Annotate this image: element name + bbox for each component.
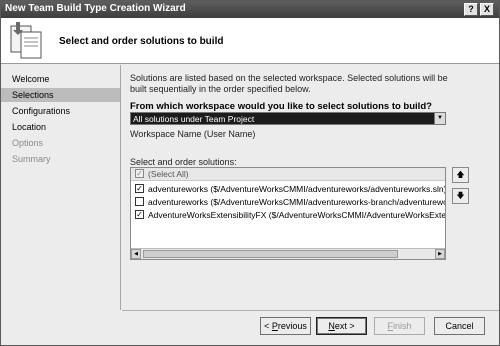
cancel-button[interactable]: Cancel: [434, 317, 485, 335]
close-button[interactable]: X: [480, 3, 494, 16]
list-item[interactable]: ✓ AdventureWorksExtensibilityFX ($/Adven…: [131, 209, 446, 222]
workspace-name-label: Workspace Name (User Name): [130, 129, 256, 139]
step-location[interactable]: Location: [1, 120, 120, 134]
workspace-question: From which workspace would you like to s…: [130, 101, 432, 112]
scroll-left-icon[interactable]: ◀: [131, 249, 141, 259]
content-pane: Solutions are listed based on the select…: [122, 65, 499, 310]
solutions-label: Select and order solutions:: [130, 157, 237, 167]
workspace-dropdown[interactable]: All solutions under Team Project ▼: [130, 112, 446, 125]
chevron-down-icon[interactable]: ▼: [434, 113, 445, 124]
window-title: New Team Build Type Creation Wizard: [5, 3, 186, 14]
scroll-right-icon[interactable]: ▶: [435, 249, 445, 259]
list-item[interactable]: adventureworks ($/AdventureWorksCMMI/adv…: [131, 196, 446, 209]
move-up-button[interactable]: 🡅: [452, 167, 469, 183]
list-item[interactable]: ✓ adventureworks ($/AdventureWorksCMMI/a…: [131, 183, 446, 196]
move-down-button[interactable]: 🡇: [452, 188, 469, 204]
solution-checkbox[interactable]: ✓: [135, 210, 144, 219]
solution-checkbox[interactable]: [135, 197, 144, 206]
scroll-thumb[interactable]: [143, 250, 398, 258]
wizard-step-list: Welcome Selections Configurations Locati…: [1, 65, 121, 310]
solution-checkbox[interactable]: ✓: [135, 184, 144, 193]
wizard-document-icon: [10, 22, 42, 59]
solution-label: adventureworks ($/AdventureWorksCMMI/adv…: [148, 197, 446, 207]
wizard-header: Select and order solutions to build: [1, 18, 499, 64]
next-button[interactable]: Next >: [316, 317, 367, 335]
select-all-label: (Select All): [148, 169, 189, 179]
arrow-down-icon: 🡇: [456, 191, 465, 200]
horizontal-scrollbar[interactable]: ◀ ▶: [131, 248, 445, 259]
solution-label: AdventureWorksExtensibilityFX ($/Adventu…: [148, 210, 446, 220]
select-all-checkbox[interactable]: ✓: [135, 169, 144, 178]
solutions-list[interactable]: ✓ (Select All) ✓ adventureworks ($/Adven…: [130, 167, 446, 260]
page-heading: Select and order solutions to build: [59, 36, 224, 47]
footer-divider: [122, 310, 499, 311]
wizard-window: New Team Build Type Creation Wizard ? X …: [0, 0, 500, 346]
arrow-up-icon: 🡅: [456, 170, 465, 179]
help-button[interactable]: ?: [464, 3, 478, 16]
intro-text: Solutions are listed based on the select…: [130, 73, 448, 94]
step-options: Options: [12, 138, 44, 148]
step-selections[interactable]: Selections: [1, 88, 120, 102]
step-welcome[interactable]: Welcome: [1, 72, 120, 86]
title-bar[interactable]: New Team Build Type Creation Wizard ? X: [1, 1, 499, 18]
previous-button[interactable]: < Previous: [260, 317, 311, 335]
finish-button: Finish: [374, 317, 425, 335]
step-configurations[interactable]: Configurations: [1, 104, 120, 118]
workspace-dropdown-value: All solutions under Team Project: [133, 114, 255, 124]
select-all-row[interactable]: ✓ (Select All): [131, 168, 445, 181]
solution-label: adventureworks ($/AdventureWorksCMMI/adv…: [148, 184, 446, 194]
step-summary: Summary: [12, 154, 51, 164]
